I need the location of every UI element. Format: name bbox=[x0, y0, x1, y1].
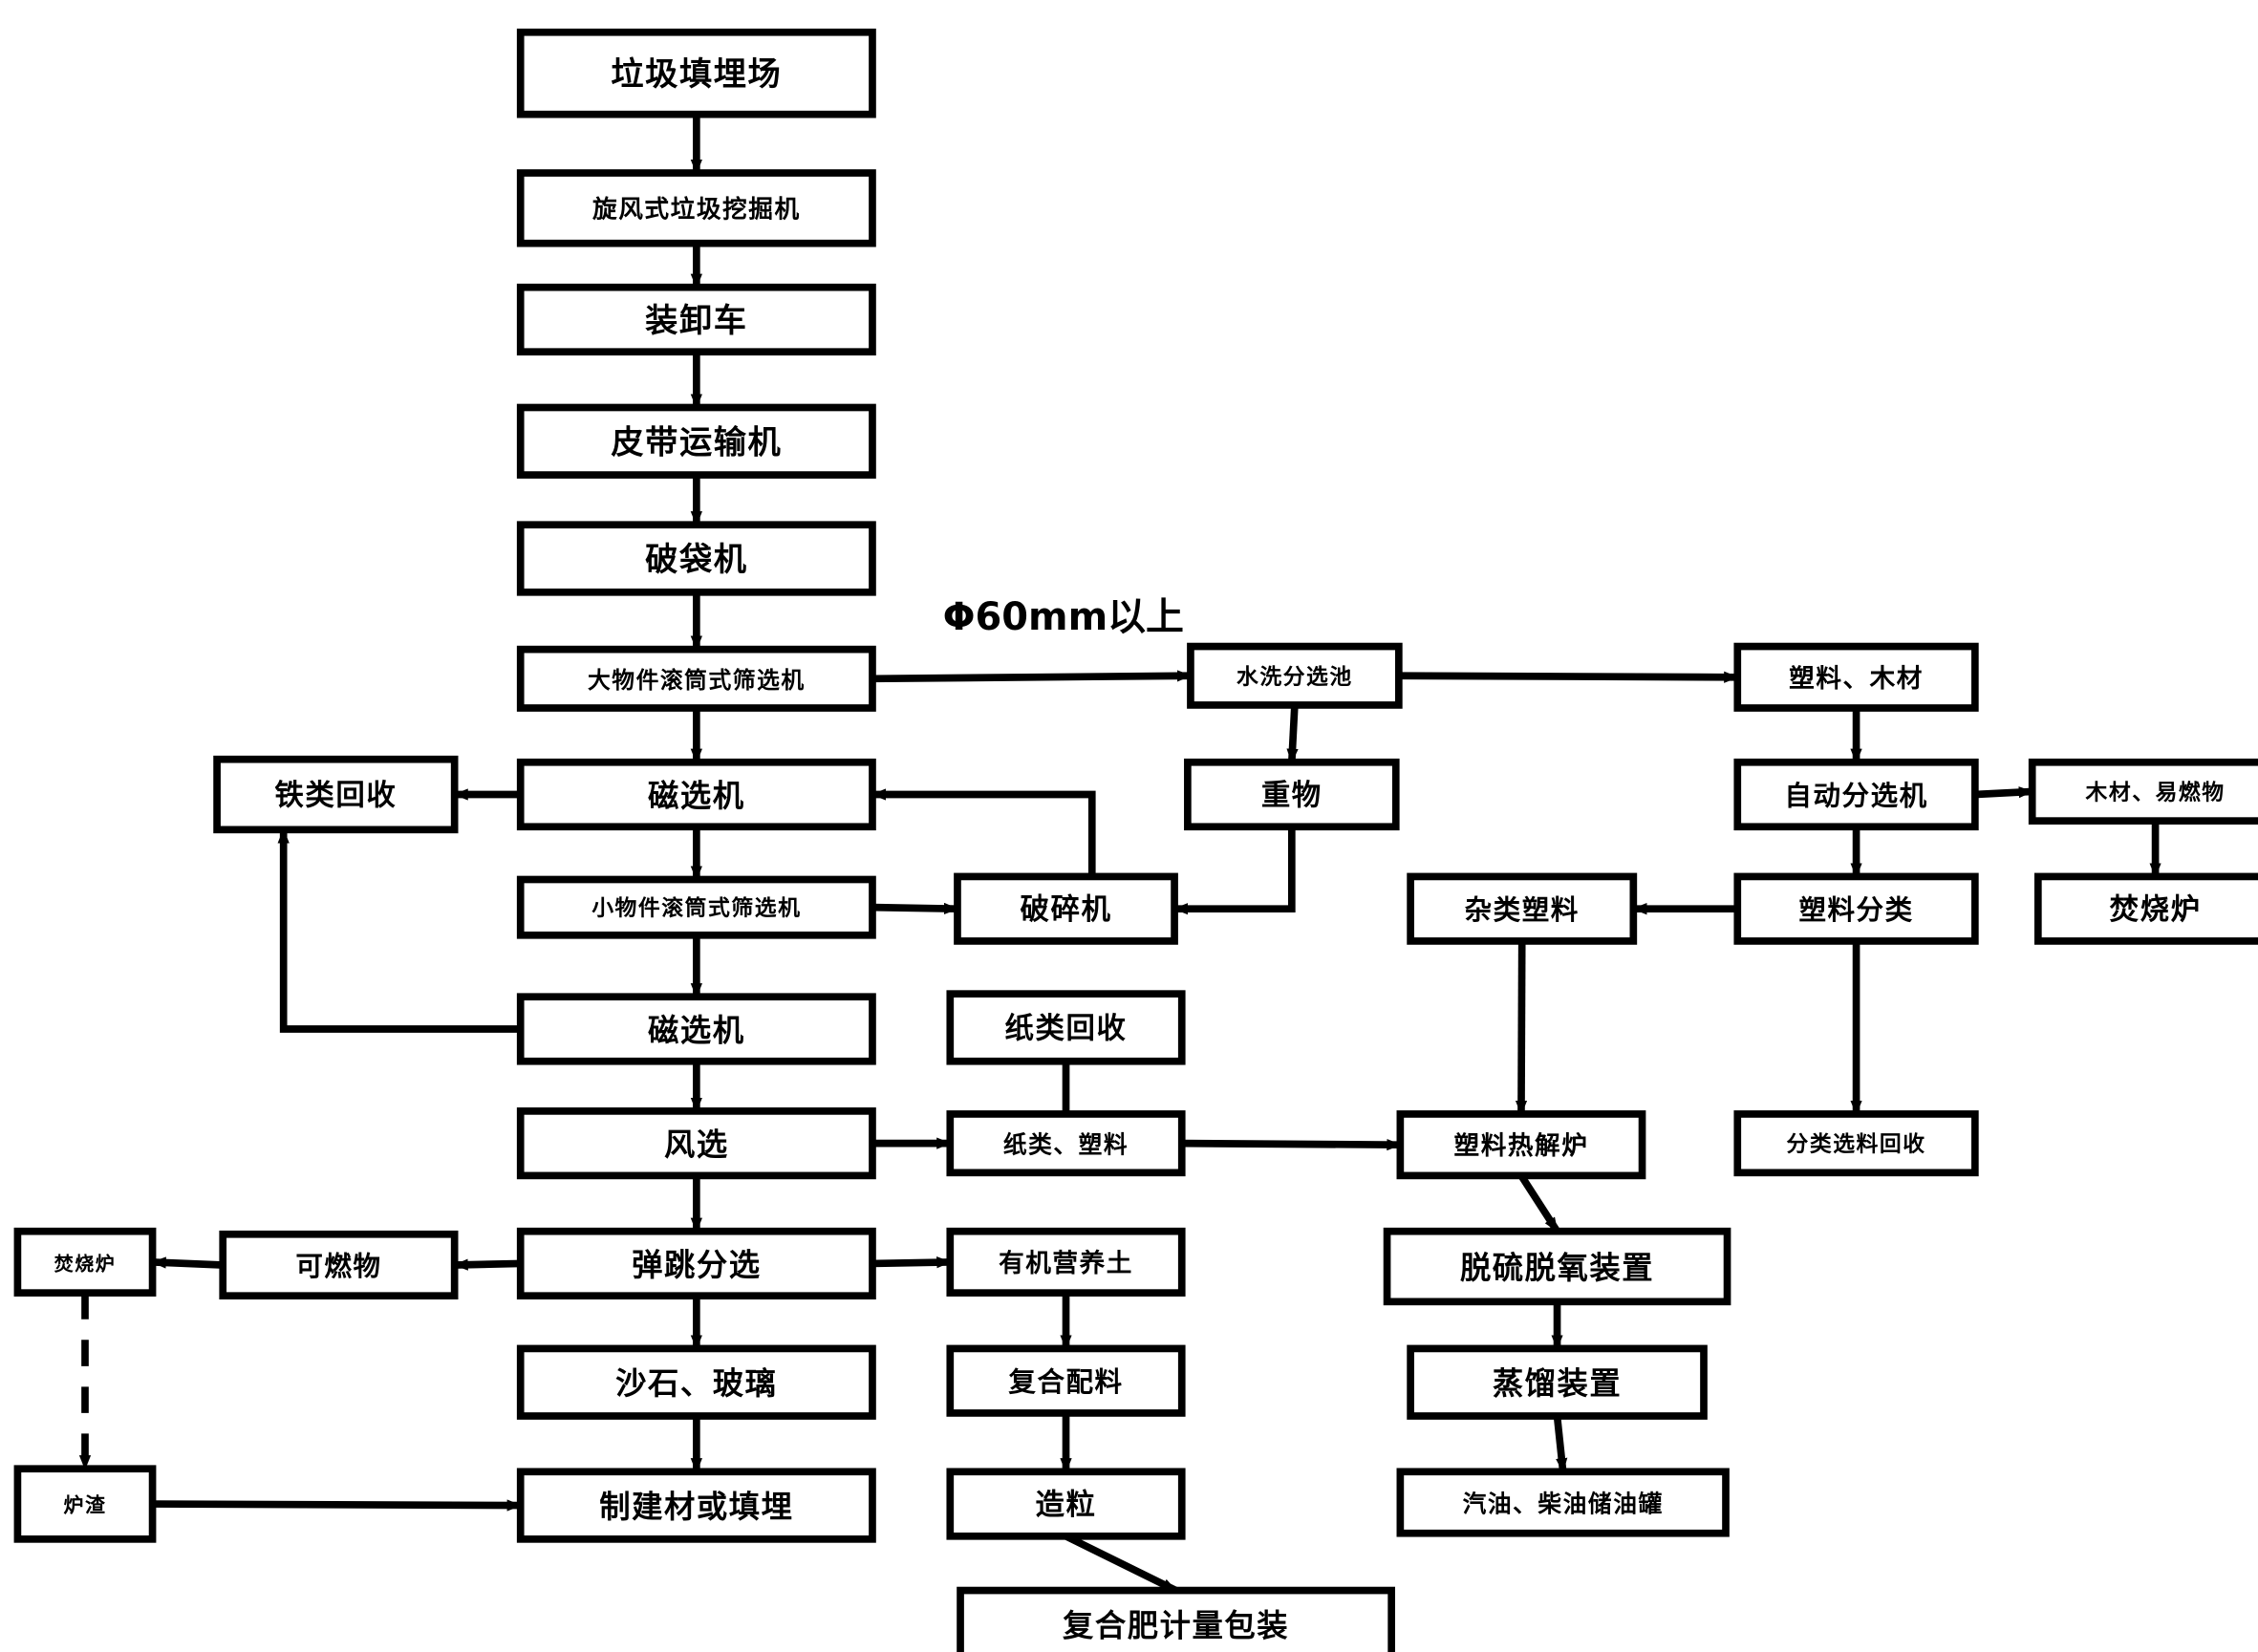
node-label: 破袋机 bbox=[645, 541, 747, 579]
flow-node[interactable]: 小物件滚筒式筛选机 bbox=[516, 875, 876, 939]
flow-edge bbox=[277, 828, 521, 1033]
flow-node[interactable]: 塑料分类 bbox=[1733, 872, 1979, 945]
node-label: 塑料热解炉 bbox=[1454, 1131, 1589, 1161]
nodes-layer: 垃圾填埋场旋风式垃圾挖掘机装卸车皮带运输机破袋机大物件滚筒式筛选机磁选机小物件滚… bbox=[13, 28, 2258, 1652]
flow-edge bbox=[871, 788, 1096, 877]
flow-edge bbox=[1517, 1173, 1560, 1234]
flow-node[interactable]: 造粒 bbox=[946, 1468, 1186, 1540]
node-label: 破碎机 bbox=[1021, 893, 1112, 927]
flow-node[interactable]: 风选 bbox=[516, 1107, 876, 1180]
flow-node[interactable]: 旋风式垃圾挖掘机 bbox=[516, 169, 876, 247]
flow-node[interactable]: 塑料热解炉 bbox=[1396, 1110, 1646, 1180]
node-label: 分类选料回收 bbox=[1786, 1131, 1925, 1157]
node-label: 自动分选机 bbox=[1784, 781, 1927, 812]
flow-edge bbox=[1172, 826, 1296, 915]
node-label: 装卸车 bbox=[645, 302, 747, 340]
flow-edge bbox=[151, 1256, 224, 1269]
node-label: 制建材或填埋 bbox=[599, 1489, 793, 1525]
node-label: 铁类回收 bbox=[274, 780, 397, 813]
flow-node[interactable]: 自动分选机 bbox=[1733, 758, 1979, 831]
node-label: 磁选机 bbox=[648, 1013, 745, 1049]
flow-node[interactable]: 纸类、塑料 bbox=[946, 1110, 1186, 1177]
flow-node[interactable]: 复合配料 bbox=[946, 1344, 1186, 1417]
node-label: 焚烧炉 bbox=[54, 1252, 117, 1275]
flow-node[interactable]: 木材、易燃物 bbox=[2028, 758, 2258, 825]
flow-edge bbox=[871, 1256, 952, 1269]
node-label: 垃圾填埋场 bbox=[611, 55, 782, 94]
flow-node[interactable]: 蒸馏装置 bbox=[1407, 1344, 1708, 1420]
node-label: 旋风式垃圾挖掘机 bbox=[592, 194, 801, 224]
node-label: 复合肥计量包装 bbox=[1063, 1607, 1289, 1643]
node-label: 纸类回收 bbox=[1005, 1012, 1128, 1045]
node-label: 水洗分选池 bbox=[1237, 665, 1353, 690]
flow-node[interactable]: 焚烧炉 bbox=[13, 1227, 157, 1297]
node-label: 磁选机 bbox=[648, 778, 745, 814]
node-label: 沙石、玻璃 bbox=[615, 1365, 777, 1402]
node-label: 蒸馏装置 bbox=[1493, 1365, 1622, 1402]
flow-edge bbox=[1286, 704, 1299, 763]
node-label: 脱硫脱氧装置 bbox=[1460, 1250, 1654, 1286]
node-label: 纸类、塑料 bbox=[1003, 1131, 1129, 1159]
flow-node[interactable]: 重物 bbox=[1184, 758, 1400, 831]
flow-node[interactable]: 沙石、玻璃 bbox=[516, 1344, 876, 1420]
flow-node[interactable]: 皮带运输机 bbox=[516, 403, 876, 479]
flowchart-svg: 垃圾填埋场旋风式垃圾挖掘机装卸车皮带运输机破袋机大物件滚筒式筛选机磁选机小物件滚… bbox=[13, 28, 2258, 1652]
flow-edge bbox=[1553, 1415, 1568, 1473]
node-label: 弹跳分选 bbox=[632, 1247, 761, 1283]
flow-node[interactable]: 炉渣 bbox=[13, 1465, 157, 1543]
flow-node[interactable]: 磁选机 bbox=[516, 758, 876, 831]
flow-edge bbox=[1974, 786, 2033, 799]
node-label: 汽油、柴油储油罐 bbox=[1463, 1491, 1664, 1518]
flow-node[interactable]: 可燃物 bbox=[219, 1230, 459, 1300]
node-label: 皮带运输机 bbox=[611, 423, 782, 461]
node-label: 重物 bbox=[1261, 780, 1323, 813]
node-label: 可燃物 bbox=[295, 1251, 381, 1282]
flow-node[interactable]: 铁类回收 bbox=[213, 755, 459, 834]
flow-edge bbox=[871, 670, 1193, 683]
flow-edge bbox=[1398, 671, 1739, 683]
node-label: 焚烧炉 bbox=[2110, 893, 2202, 927]
flow-node[interactable]: 破袋机 bbox=[516, 521, 876, 596]
flow-node[interactable]: 有机营养土 bbox=[946, 1227, 1186, 1297]
node-label: 塑料分类 bbox=[1798, 894, 1913, 926]
node-label: 大物件滚筒式筛选机 bbox=[588, 667, 806, 694]
flow-node[interactable]: 纸类回收 bbox=[946, 990, 1186, 1065]
flow-node[interactable]: 磁选机 bbox=[516, 993, 876, 1065]
node-label: 小物件滚筒式筛选机 bbox=[591, 895, 801, 921]
flow-node[interactable]: 破碎机 bbox=[954, 872, 1178, 945]
flow-node[interactable]: 脱硫脱氧装置 bbox=[1383, 1227, 1731, 1306]
flow-edge bbox=[871, 902, 959, 915]
node-label: 风选 bbox=[664, 1126, 729, 1163]
node-label: 炉渣 bbox=[64, 1494, 107, 1517]
flow-edge bbox=[152, 1499, 522, 1512]
flow-node[interactable]: 弹跳分选 bbox=[516, 1227, 876, 1300]
flow-node[interactable]: 水洗分选池 bbox=[1187, 642, 1403, 709]
node-label: 造粒 bbox=[1036, 1489, 1097, 1522]
node-label: 有机营养土 bbox=[999, 1249, 1133, 1278]
flowchart-canvas: 垃圾填埋场 旋风式垃圾挖掘机 装卸车 皮带运输机 破袋机 大物件滚筒式筛选机 磁选机 小物件滚… bbox=[0, 0, 2258, 1652]
flow-edge bbox=[1064, 1533, 1178, 1595]
edge-labels-layer: Φ60mm以上 bbox=[943, 595, 1184, 639]
flow-node[interactable]: 大物件滚筒式筛选机 bbox=[516, 645, 876, 712]
node-label: 塑料、木材 bbox=[1789, 664, 1924, 694]
node-label: 木材、易燃物 bbox=[2084, 780, 2225, 805]
flow-node[interactable]: 汽油、柴油储油罐 bbox=[1396, 1468, 1730, 1537]
flow-node[interactable]: 分类选料回收 bbox=[1733, 1110, 1979, 1177]
flow-node[interactable]: 垃圾填埋场 bbox=[516, 28, 876, 118]
flow-edge bbox=[1515, 940, 1528, 1116]
flow-edge bbox=[453, 1258, 521, 1271]
flow-node[interactable]: 复合肥计量包装 bbox=[957, 1586, 1395, 1652]
node-label: 杂类塑料 bbox=[1465, 894, 1580, 926]
flow-node[interactable]: 焚烧炉 bbox=[2034, 872, 2258, 945]
flow-node[interactable]: 装卸车 bbox=[516, 283, 876, 356]
flow-node[interactable]: 制建材或填埋 bbox=[516, 1468, 876, 1543]
node-label: 复合配料 bbox=[1008, 1366, 1123, 1398]
flow-node[interactable]: 塑料、木材 bbox=[1733, 642, 1979, 712]
edge-label: Φ60mm以上 bbox=[943, 595, 1184, 639]
flow-edge bbox=[1181, 1138, 1402, 1151]
flow-node[interactable]: 杂类塑料 bbox=[1407, 872, 1638, 945]
